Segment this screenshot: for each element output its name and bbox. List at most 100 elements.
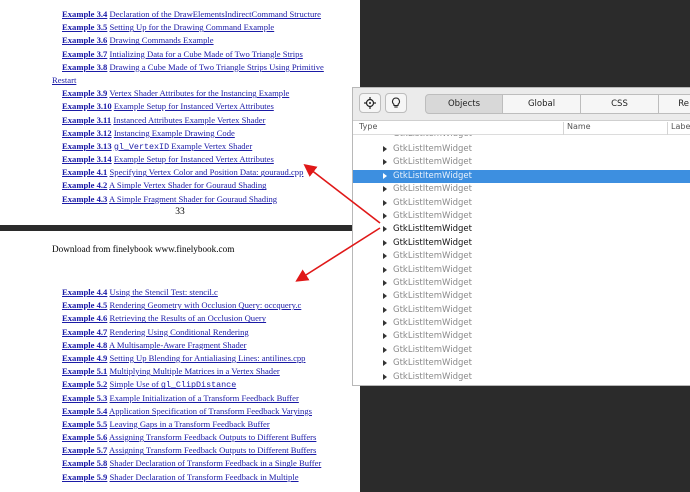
toc-entry[interactable]: Example 3.4 Declaration of the DrawEleme… <box>62 8 360 21</box>
toc-entry-title[interactable]: Setting Up Blending for Antialiasing Lin… <box>110 353 306 363</box>
toc-entry-title[interactable]: Simple Use of <box>110 379 161 389</box>
expander-arrow-icon[interactable] <box>383 346 387 353</box>
tree-row[interactable]: GtkListItemWidget <box>353 264 690 277</box>
column-label[interactable]: Labe <box>671 122 690 131</box>
toc-entry[interactable]: Example 5.9 Shader Declaration of Transf… <box>62 471 360 484</box>
toc-entry[interactable]: Example 3.7 Intializing Data for a Cube … <box>62 48 360 61</box>
column-name[interactable]: Name <box>567 122 591 131</box>
toc-entry-title[interactable]: Example Vertex Shader <box>169 141 252 151</box>
tree-row[interactable]: GtkListItemWidget <box>353 197 690 210</box>
tree-row[interactable]: GtkListItemWidget <box>353 183 690 196</box>
toc-entry[interactable]: Restart <box>52 74 360 87</box>
expander-arrow-icon[interactable] <box>383 266 387 273</box>
tab-recorder[interactable]: Re <box>659 94 690 114</box>
toc-entry-title[interactable]: Declaration of the DrawElementsIndirectC… <box>110 9 321 19</box>
tree-row[interactable]: GtkListItemWidget <box>353 371 690 384</box>
toc-entry-label[interactable]: Example 4.6 <box>62 313 107 323</box>
expander-arrow-icon[interactable] <box>383 279 387 286</box>
toc-entry[interactable]: Example 5.1 Multiplying Multiple Matrice… <box>62 365 360 378</box>
expander-arrow-icon[interactable] <box>383 360 387 367</box>
toc-entry-label[interactable]: Example 5.3 <box>62 393 107 403</box>
toc-entry[interactable]: Example 4.5 Rendering Geometry with Occl… <box>62 299 360 312</box>
toc-entry-title[interactable]: Shader Declaration of Transform Feedback… <box>110 458 322 468</box>
toc-entry-label[interactable]: Example 5.2 <box>62 379 107 389</box>
expander-arrow-icon[interactable] <box>383 373 387 380</box>
toc-entry[interactable]: Example 3.12 Instancing Example Drawing … <box>62 127 360 140</box>
toc-entry-title[interactable]: Restart <box>52 75 76 85</box>
toc-entry-label[interactable]: Example 3.7 <box>62 49 107 59</box>
toc-entry-label[interactable]: Example 3.6 <box>62 35 107 45</box>
toc-entry-label[interactable]: Example 4.2 <box>62 180 107 190</box>
toc-entry-title[interactable]: Example Setup for Instanced Vertex Attri… <box>114 154 274 164</box>
column-type[interactable]: Type <box>359 122 377 131</box>
toc-entry-title[interactable]: Assigning Transform Feedback Outputs to … <box>109 432 316 442</box>
toc-entry-title[interactable]: A Simple Fragment Shader for Gouraud Sha… <box>109 194 277 204</box>
toc-entry[interactable]: Example 4.8 A Multisample-Aware Fragment… <box>62 339 360 352</box>
toc-entry-title[interactable]: Drawing Commands Example <box>110 35 214 45</box>
toc-entry[interactable]: Example 3.5 Setting Up for the Drawing C… <box>62 21 360 34</box>
toc-entry[interactable]: Example 3.9 Vertex Shader Attributes for… <box>62 87 360 100</box>
column-separator[interactable] <box>667 122 668 135</box>
toc-entry-label[interactable]: Example 3.14 <box>62 154 112 164</box>
toc-entry-label[interactable]: Example 5.6 <box>62 432 107 442</box>
expander-arrow-icon[interactable] <box>383 186 387 193</box>
toc-entry-title[interactable]: Drawing a Cube Made of Two Triangle Stri… <box>110 62 324 72</box>
toc-entry-title[interactable]: Assigning Transform Feedback Outputs to … <box>109 445 316 455</box>
tab-css[interactable]: CSS <box>581 94 659 114</box>
toc-entry[interactable]: Example 3.11 Instanced Attributes Exampl… <box>62 114 360 127</box>
toc-entry-title[interactable]: Example Initialization of a Transform Fe… <box>110 393 299 403</box>
tab-global[interactable]: Global <box>503 94 581 114</box>
toc-entry[interactable]: Example 5.6 Assigning Transform Feedback… <box>62 431 360 444</box>
expander-arrow-icon[interactable] <box>383 226 387 233</box>
toc-entry-label[interactable]: Example 4.8 <box>62 340 107 350</box>
toc-entry[interactable]: Example 3.14 Example Setup for Instanced… <box>62 153 360 166</box>
toc-entry-title[interactable]: Rendering Using Conditional Rendering <box>110 327 249 337</box>
toc-entry-label[interactable]: Example 3.8 <box>62 62 107 72</box>
object-picker-button[interactable] <box>359 93 381 113</box>
toc-entry-title[interactable]: A Simple Vertex Shader for Gouraud Shadi… <box>109 180 266 190</box>
toc-entry-title[interactable]: Vertex Shader Attributes for the Instanc… <box>109 88 289 98</box>
toc-entry[interactable]: Example 3.8 Drawing a Cube Made of Two T… <box>62 61 360 74</box>
toc-entry-label[interactable]: Example 3.12 <box>62 128 112 138</box>
tree-row[interactable]: GtkListItemWidget <box>353 277 690 290</box>
toc-entry[interactable]: Example 5.5 Leaving Gaps in a Transform … <box>62 418 360 431</box>
toc-entry-label[interactable]: Example 3.11 <box>62 115 111 125</box>
toc-entry-label[interactable]: Example 5.4 <box>62 406 107 416</box>
toc-entry-title[interactable]: Example Setup for Instanced Vertex Attri… <box>114 101 274 111</box>
toc-entry[interactable]: Example 5.8 Shader Declaration of Transf… <box>62 457 360 470</box>
tree-row[interactable]: GtkListItemWidget <box>353 143 690 156</box>
tree-row[interactable]: GtkListItemWidget <box>353 344 690 357</box>
toc-entry-title[interactable]: Setting Up for the Drawing Command Examp… <box>110 22 275 32</box>
toc-entry-label[interactable]: Example 5.7 <box>62 445 107 455</box>
tree-row[interactable]: GtkListItemWidget <box>353 237 690 250</box>
tree-row[interactable]: GtkListItemWidget <box>353 223 690 236</box>
expander-arrow-icon[interactable] <box>383 253 387 260</box>
toc-entry[interactable]: Example 3.13 gl_VertexID Example Vertex … <box>62 140 360 153</box>
toc-entry[interactable]: Example 4.6 Retrieving the Results of an… <box>62 312 360 325</box>
toc-entry-title[interactable]: Shader Declaration of Transform Feedback… <box>110 472 299 482</box>
tree-row[interactable]: GtkListItemWidget <box>353 317 690 330</box>
toc-entry-title[interactable]: Leaving Gaps in a Transform Feedback Buf… <box>110 419 270 429</box>
expander-arrow-icon[interactable] <box>383 146 387 152</box>
tree-row[interactable]: GtkListItemWidget <box>353 384 690 385</box>
expander-arrow-icon[interactable] <box>383 293 387 300</box>
expander-arrow-icon[interactable] <box>383 320 387 327</box>
toc-entry-title[interactable]: Using the Stencil Test: stencil.c <box>110 287 218 297</box>
toc-entry-label[interactable]: Example 3.10 <box>62 101 112 111</box>
toc-entry[interactable]: Example 4.7 Rendering Using Conditional … <box>62 326 360 339</box>
toc-entry-label[interactable]: Example 4.1 <box>62 167 107 177</box>
toc-entry[interactable]: Example 5.4 Application Specification of… <box>62 405 360 418</box>
tree-row[interactable]: GtkListItemWidget <box>353 357 690 370</box>
tree-row[interactable]: GtkListItemWidget <box>353 290 690 303</box>
toc-entry-label[interactable]: Example 4.5 <box>62 300 107 310</box>
toc-entry-label[interactable]: Example 5.1 <box>62 366 107 376</box>
toc-entry-title[interactable]: Instancing Example Drawing Code <box>114 128 235 138</box>
toc-entry[interactable]: Example 5.2 Simple Use of gl_ClipDistanc… <box>62 378 360 391</box>
toc-entry[interactable]: Example 3.10 Example Setup for Instanced… <box>62 100 360 113</box>
toc-entry-label[interactable]: Example 3.4 <box>62 9 107 19</box>
expander-arrow-icon[interactable] <box>383 172 387 179</box>
tree-row[interactable]: GtkListItemWidget <box>353 135 690 143</box>
toc-entry-label[interactable]: Example 4.7 <box>62 327 107 337</box>
toc-entry-code[interactable]: gl_VertexID <box>114 142 169 152</box>
expander-arrow-icon[interactable] <box>383 159 387 166</box>
